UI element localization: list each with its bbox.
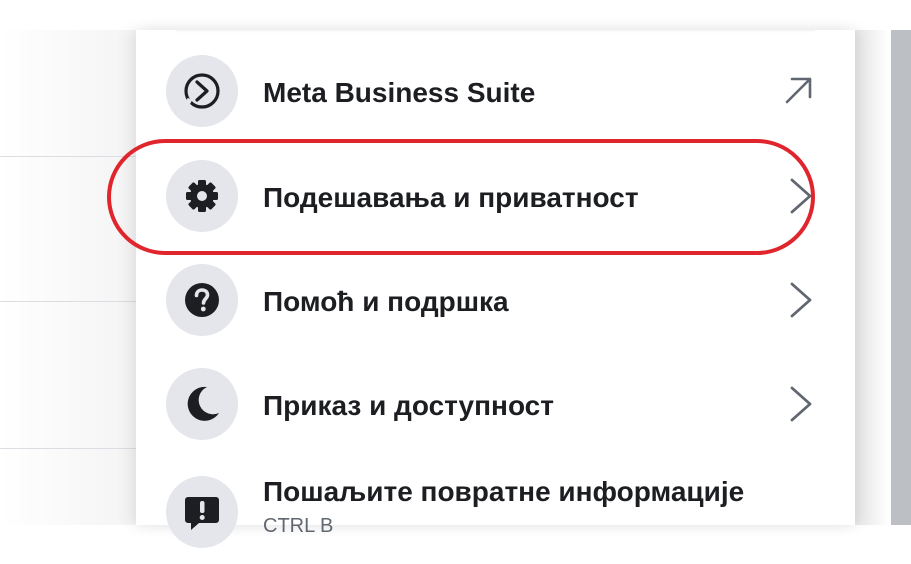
gear-icon <box>166 160 238 232</box>
help-question-icon <box>166 264 238 336</box>
menu-item-shortcut: CTRL B <box>263 515 334 537</box>
menu-item-label: Meta Business Suite <box>263 77 536 108</box>
chevron-right-icon <box>786 280 816 320</box>
divider <box>0 448 136 449</box>
menu-item-label: Пошаљите повратне информације <box>263 476 745 507</box>
meta-business-suite-icon <box>166 55 238 127</box>
menu-item-label: Приказ и доступност <box>263 390 554 421</box>
menu-item-give-feedback[interactable]: Пошаљите повратне информације CTRL B <box>136 460 855 564</box>
divider <box>0 156 136 157</box>
chevron-right-icon <box>786 384 816 424</box>
menu-item-label: Подешавања и приватност <box>263 182 639 213</box>
chevron-right-icon <box>786 176 816 216</box>
menu-top-divider <box>176 30 815 33</box>
background-page-left <box>0 30 136 525</box>
moon-icon <box>166 368 238 440</box>
menu-item-settings-privacy[interactable]: Подешавања и приватност <box>136 144 855 248</box>
divider <box>0 301 136 302</box>
menu-item-meta-business-suite[interactable]: Meta Business Suite <box>136 39 855 143</box>
menu-item-display-accessibility[interactable]: Приказ и доступност <box>136 352 855 456</box>
menu-item-help-support[interactable]: Помоћ и подршка <box>136 248 855 352</box>
scrollbar[interactable] <box>891 30 911 525</box>
account-dropdown-menu: Meta Business Suite Подешавања и приватн… <box>136 30 855 548</box>
feedback-icon <box>166 476 238 548</box>
external-link-icon <box>782 73 816 107</box>
menu-item-label: Помоћ и подршка <box>263 286 509 317</box>
